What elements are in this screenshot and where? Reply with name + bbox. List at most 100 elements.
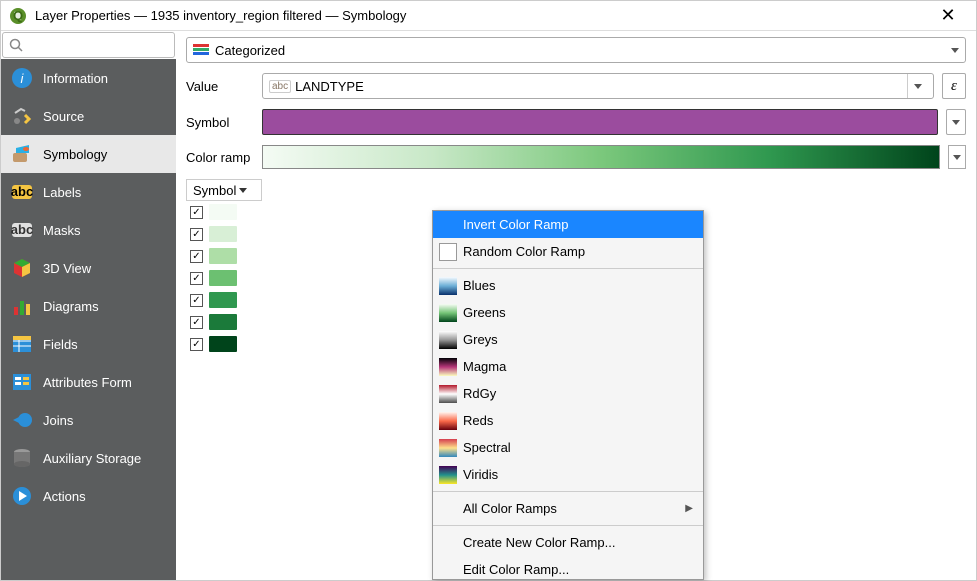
symbol-dropdown-button[interactable] xyxy=(946,109,966,135)
menu-separator xyxy=(433,525,703,526)
class-checkbox[interactable]: ✓ xyxy=(190,228,203,241)
svg-text:Q: Q xyxy=(13,8,23,23)
menu-item-label: Reds xyxy=(463,413,493,428)
chevron-down-icon xyxy=(953,155,961,160)
svg-text:abc: abc xyxy=(11,184,33,199)
color-ramp-preview[interactable] xyxy=(262,145,940,169)
menu-item-label: Viridis xyxy=(463,467,498,482)
menu-item-label: Greens xyxy=(463,305,506,320)
class-checkbox[interactable]: ✓ xyxy=(190,272,203,285)
color-ramp-context-menu: Invert Color Ramp Random Color Ramp Blues G… xyxy=(432,210,704,580)
sidebar-item-actions[interactable]: Actions xyxy=(1,477,176,515)
ramp-greys-icon xyxy=(439,331,457,349)
menu-item[interactable]: RdGy xyxy=(433,380,703,407)
value-field-combo[interactable]: abc LANDTYPE xyxy=(262,73,934,99)
menu-item-label: Greys xyxy=(463,332,498,347)
sidebar-item-information[interactable]: i Information xyxy=(1,59,176,97)
class-checkbox[interactable]: ✓ xyxy=(190,250,203,263)
menu-item-label: Edit Color Ramp... xyxy=(463,562,569,577)
sidebar-item-fields[interactable]: Fields xyxy=(1,325,176,363)
svg-text:abc: abc xyxy=(11,222,33,237)
menu-item[interactable]: Spectral xyxy=(433,434,703,461)
class-checkbox[interactable]: ✓ xyxy=(190,294,203,307)
color-ramp-dropdown-button[interactable] xyxy=(948,145,966,169)
menu-item-label: Blues xyxy=(463,278,496,293)
color-ramp-label: Color ramp xyxy=(186,150,254,165)
value-field-name: LANDTYPE xyxy=(295,79,907,94)
ramp-greens-icon xyxy=(439,304,457,322)
renderer-type-combo[interactable]: Categorized xyxy=(186,37,966,63)
sidebar-item-diagrams[interactable]: Diagrams xyxy=(1,287,176,325)
sidebar-item-attributes-form[interactable]: Attributes Form xyxy=(1,363,176,401)
menu-item[interactable]: Greens xyxy=(433,299,703,326)
menu-item[interactable]: All Color Ramps▶ xyxy=(433,495,703,522)
ramp-rdgy-icon xyxy=(439,385,457,403)
menu-item[interactable]: Invert Color Ramp xyxy=(433,211,703,238)
chevron-down-icon xyxy=(239,188,247,193)
sidebar-item-label: 3D View xyxy=(43,261,91,276)
sidebar-item-label: Source xyxy=(43,109,84,124)
menu-item-label: Spectral xyxy=(463,440,511,455)
sidebar-item-label: Symbology xyxy=(43,147,107,162)
chevron-down-icon[interactable] xyxy=(907,74,927,98)
window-title: Layer Properties — 1935 inventory_region… xyxy=(35,8,928,23)
sidebar-item-labels[interactable]: abc Labels xyxy=(1,173,176,211)
symbol-column-header[interactable]: Symbol xyxy=(187,180,253,200)
menu-item[interactable]: Reds xyxy=(433,407,703,434)
sidebar-item-label: Attributes Form xyxy=(43,375,132,390)
menu-item[interactable]: Blues xyxy=(433,272,703,299)
menu-item[interactable]: Edit Color Ramp... xyxy=(433,556,703,580)
menu-item[interactable]: Magma xyxy=(433,353,703,380)
title-bar: Q Layer Properties — 1935 inventory_regi… xyxy=(1,1,976,31)
sidebar-item-symbology[interactable]: Symbology xyxy=(1,135,176,173)
ramp-magma-icon xyxy=(439,358,457,376)
sidebar: i Information Source Symbology abc Label… xyxy=(1,31,176,580)
search-wrap xyxy=(1,31,176,59)
random-icon xyxy=(439,243,457,261)
menu-item-label: Create New Color Ramp... xyxy=(463,535,615,550)
categorized-icon xyxy=(193,44,209,56)
symbol-label: Symbol xyxy=(186,115,254,130)
ramp-reds-icon xyxy=(439,412,457,430)
menu-item[interactable]: Create New Color Ramp... xyxy=(433,529,703,556)
sidebar-item-masks[interactable]: abc Masks xyxy=(1,211,176,249)
info-icon: i xyxy=(11,67,33,89)
sidebar-item-3dview[interactable]: 3D View xyxy=(1,249,176,287)
class-swatch xyxy=(209,314,237,330)
menu-item-label: Invert Color Ramp xyxy=(463,217,568,232)
menu-item[interactable]: Greys xyxy=(433,326,703,353)
sidebar-item-label: Fields xyxy=(43,337,78,352)
class-checkbox[interactable]: ✓ xyxy=(190,338,203,351)
class-checkbox[interactable]: ✓ xyxy=(190,206,203,219)
close-button[interactable]: ✕ xyxy=(928,5,968,26)
expression-button[interactable]: ε xyxy=(942,73,966,99)
sidebar-item-joins[interactable]: Joins xyxy=(1,401,176,439)
search-icon xyxy=(9,38,23,52)
chevron-down-icon xyxy=(952,120,960,125)
actions-icon xyxy=(11,485,33,507)
sidebar-item-label: Diagrams xyxy=(43,299,99,314)
class-checkbox[interactable]: ✓ xyxy=(190,316,203,329)
ramp-blues-icon xyxy=(439,277,457,295)
menu-item-label: Magma xyxy=(463,359,506,374)
submenu-arrow-icon: ▶ xyxy=(685,503,693,514)
menu-item[interactable]: Viridis xyxy=(433,461,703,488)
sidebar-item-label: Actions xyxy=(43,489,86,504)
classes-table-header[interactable]: Symbol xyxy=(186,179,262,201)
symbol-swatch[interactable] xyxy=(262,109,938,135)
form-icon xyxy=(11,371,33,393)
masks-icon: abc xyxy=(11,219,33,241)
class-swatch xyxy=(209,204,237,220)
sidebar-item-label: Information xyxy=(43,71,108,86)
class-swatch xyxy=(209,226,237,242)
sidebar-item-source[interactable]: Source xyxy=(1,97,176,135)
sidebar-item-label: Labels xyxy=(43,185,81,200)
renderer-type-label: Categorized xyxy=(215,43,285,58)
sidebar-item-label: Auxiliary Storage xyxy=(43,451,141,466)
sidebar-item-label: Masks xyxy=(43,223,81,238)
sidebar-item-auxiliary-storage[interactable]: Auxiliary Storage xyxy=(1,439,176,477)
menu-item[interactable]: Random Color Ramp xyxy=(433,238,703,265)
search-input[interactable] xyxy=(2,32,175,58)
class-swatch xyxy=(209,292,237,308)
class-swatch xyxy=(209,248,237,264)
